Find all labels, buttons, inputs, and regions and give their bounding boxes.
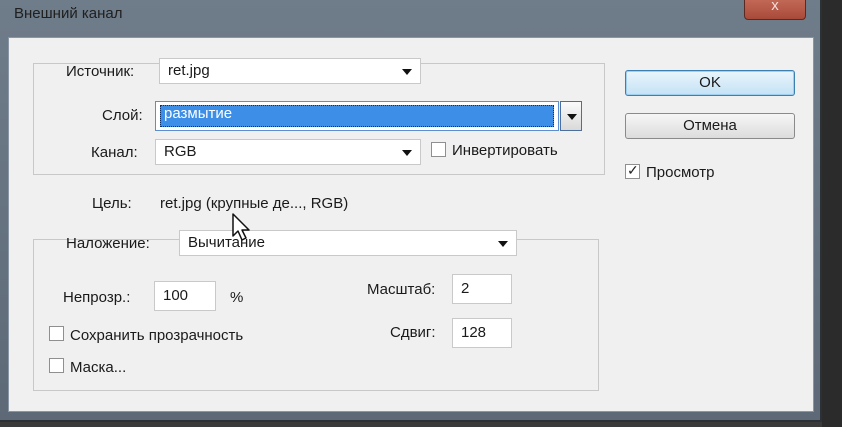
opacity-label: Непрозр.: — [63, 289, 131, 306]
invert-checkbox[interactable] — [431, 142, 446, 157]
background-area — [822, 0, 842, 427]
title-bar[interactable]: Внешний канал x — [0, 0, 820, 34]
scale-value: 2 — [461, 280, 470, 297]
scale-input[interactable]: 2 — [452, 274, 512, 304]
offset-input[interactable]: 128 — [452, 318, 512, 348]
layer-label: Слой: — [102, 107, 143, 124]
source-label: Источник: — [66, 63, 135, 80]
chevron-down-icon — [567, 114, 577, 120]
preserve-transparency-checkbox[interactable] — [49, 326, 64, 341]
source-file-value: ret.jpg — [168, 62, 210, 79]
opacity-unit: % — [230, 289, 244, 306]
channel-value: RGB — [164, 143, 197, 160]
blending-label: Наложение: — [66, 235, 150, 252]
target-value: ret.jpg (крупные де..., RGB) — [160, 195, 349, 212]
offset-label: Сдвиг: — [390, 324, 436, 341]
mouse-cursor-icon — [232, 213, 250, 241]
offset-value: 128 — [461, 324, 487, 341]
channel-label: Канал: — [91, 144, 138, 161]
dialog-content: Источник: ret.jpg Слой: размытие Канал: … — [8, 37, 814, 412]
layer-value: размытие — [164, 105, 233, 122]
blending-mode-select[interactable]: Вычитание — [179, 230, 517, 256]
preserve-transparency-label: Сохранить прозрачность — [70, 327, 244, 344]
invert-label: Инвертировать — [452, 142, 558, 159]
mask-label: Маска... — [70, 359, 127, 376]
layer-select[interactable]: размытие — [155, 101, 559, 131]
target-label: Цель: — [92, 195, 132, 212]
source-file-select[interactable]: ret.jpg — [159, 58, 421, 84]
chevron-down-icon — [402, 150, 412, 156]
layer-dropdown-button[interactable] — [560, 101, 582, 131]
preview-label: Просмотр — [646, 164, 715, 181]
channel-select[interactable]: RGB — [155, 139, 421, 165]
apply-image-dialog: Внешний канал x Источник: ret.jpg Слой: … — [0, 0, 822, 422]
opacity-input[interactable]: 100 — [154, 281, 216, 311]
chevron-down-icon — [402, 69, 412, 75]
close-button[interactable]: x — [744, 0, 806, 20]
ok-button[interactable]: OK — [625, 70, 795, 96]
chevron-down-icon — [498, 241, 508, 247]
dialog-title: Внешний канал — [14, 5, 123, 22]
opacity-value: 100 — [163, 287, 189, 304]
cancel-button[interactable]: Отмена — [625, 113, 795, 139]
preview-checkbox[interactable] — [625, 162, 640, 179]
scale-label: Масштаб: — [367, 281, 436, 298]
mask-checkbox[interactable] — [49, 358, 64, 373]
